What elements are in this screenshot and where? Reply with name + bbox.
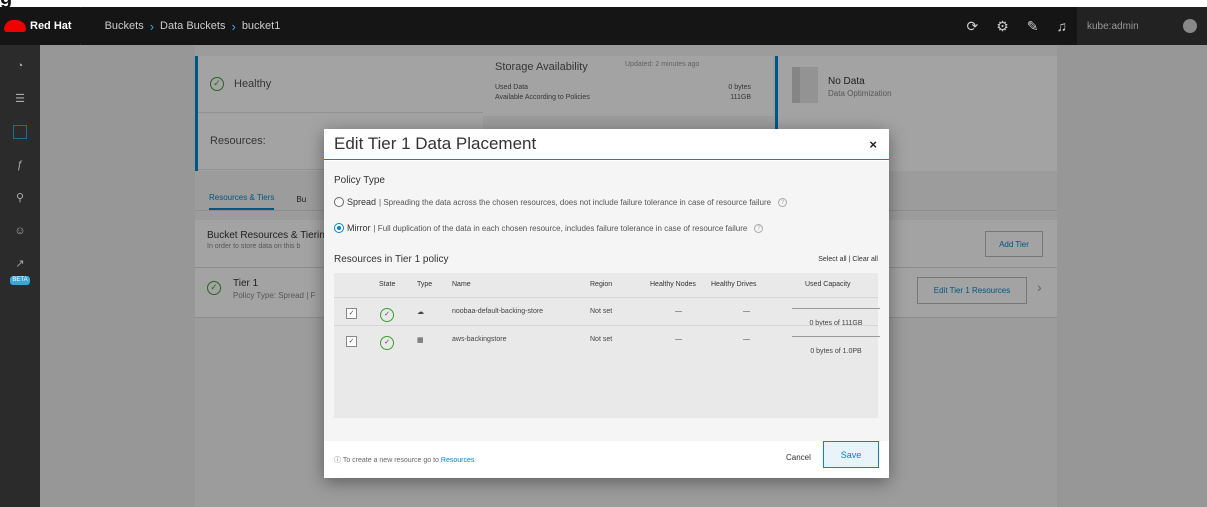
edit-tier-dialog: Edit Tier 1 Data Placement × Policy Type… — [324, 129, 889, 478]
resource-capacity: 0 bytes of 1.0PB — [792, 336, 880, 358]
col-healthy-drives: Healthy Drives — [711, 281, 757, 288]
footer-info-text: To create a new resource go to — [342, 456, 439, 464]
breadcrumb: Buckets › Data Buckets › bucket1 — [105, 19, 281, 34]
refresh-icon[interactable]: ⟳ — [966, 18, 978, 35]
dialog-footer: ⓘ To create a new resource go to Resourc… — [324, 441, 889, 478]
dialog-body: Policy Type Spread | Spreading the data … — [324, 161, 889, 441]
masthead: Red Hat Buckets › Data Buckets › bucket1… — [0, 7, 1207, 45]
table-row[interactable]: ✓ ✓ ▦ aws-backingstore Not set — — 0 byt… — [334, 325, 880, 355]
storage-icon[interactable]: ☰ — [13, 92, 27, 106]
col-region: Region — [590, 281, 613, 288]
spread-label: Spread — [347, 197, 377, 207]
table-header: State Type Name Region Healthy Nodes Hea… — [334, 273, 878, 297]
avatar-icon — [1183, 19, 1197, 33]
help-icon[interactable]: ? — [754, 223, 764, 233]
mirror-option[interactable]: Mirror | Full duplication of the data in… — [334, 223, 764, 233]
analytics-icon[interactable]: ↗ — [13, 257, 27, 271]
notes-icon[interactable]: ✎ — [1027, 18, 1039, 35]
breadcrumb-buckets[interactable]: Buckets — [105, 20, 144, 32]
resource-nodes: — — [675, 308, 682, 315]
resource-region: Not set — [590, 308, 613, 315]
col-used-capacity: Used Capacity — [805, 281, 851, 288]
policy-type-label: Policy Type — [334, 175, 385, 186]
top-strip-text: g — [0, 0, 12, 7]
col-state: State — [379, 281, 396, 288]
resources-table: State Type Name Region Healthy Nodes Hea… — [334, 273, 880, 418]
top-strip: g — [0, 0, 1207, 7]
select-all-clear-all[interactable]: Select all | Clear all — [818, 256, 878, 263]
mirror-radio[interactable] — [334, 223, 344, 233]
check-circle-icon: ✓ — [380, 336, 394, 350]
dashboard-icon[interactable]: ◔ — [13, 59, 27, 73]
cancel-button[interactable]: Cancel — [786, 453, 811, 462]
col-name: Name — [452, 281, 471, 288]
user-name: kube:admin — [1087, 20, 1139, 32]
spread-radio[interactable] — [334, 197, 344, 207]
accounts-icon[interactable]: ☺ — [13, 224, 27, 238]
beta-badge: BETA — [10, 276, 30, 285]
aws-icon: ▦ — [417, 337, 424, 344]
footer-info: ⓘ To create a new resource go to Resourc… — [334, 456, 475, 464]
spread-description: | Spreading the data across the chosen r… — [379, 197, 772, 207]
col-type: Type — [417, 281, 433, 288]
dialog-title: Edit Tier 1 Data Placement — [334, 134, 537, 153]
settings-icon[interactable]: ⚙ — [996, 18, 1009, 35]
mirror-description: | Full duplication of the data in each c… — [373, 223, 748, 233]
dialog-header: Edit Tier 1 Data Placement × — [324, 129, 889, 160]
close-icon[interactable]: × — [869, 137, 877, 152]
redhat-logo-icon — [4, 20, 26, 32]
spread-option[interactable]: Spread | Spreading the data across the c… — [334, 197, 788, 207]
table-row[interactable]: ✓ ✓ ☁ noobaa-default-backing-store Not s… — [334, 297, 880, 327]
row-checkbox[interactable]: ✓ — [346, 308, 357, 319]
functions-icon[interactable]: ƒ — [13, 158, 27, 172]
brand-name: Red Hat — [30, 20, 72, 32]
resources-title: Resources in Tier 1 policy — [334, 254, 449, 265]
chevron-right-icon: › — [149, 18, 155, 34]
masthead-icons: ⟳ ⚙ ✎ ♫ — [966, 7, 1067, 45]
resource-name: aws-backingstore — [452, 336, 507, 343]
help-icon[interactable]: ? — [778, 197, 788, 207]
mirror-label: Mirror — [347, 223, 371, 233]
save-button[interactable]: Save — [823, 441, 879, 468]
resource-name: noobaa-default-backing-store — [452, 308, 544, 315]
resource-region: Not set — [590, 336, 613, 343]
brand-logo[interactable]: Red Hat — [0, 7, 90, 45]
buckets-icon[interactable] — [13, 125, 27, 139]
chevron-right-icon: › — [231, 18, 236, 34]
topology-icon[interactable]: ⚲ — [13, 191, 27, 205]
user-menu[interactable]: kube:admin — [1077, 7, 1207, 45]
resources-link[interactable]: Resources — [441, 457, 474, 464]
check-circle-icon: ✓ — [380, 308, 394, 322]
row-checkbox[interactable]: ✓ — [346, 336, 357, 347]
sidebar: ◔ ☰ ƒ ⚲ ☺ ↗ BETA — [0, 45, 40, 507]
bell-icon[interactable]: ♫ — [1057, 18, 1068, 34]
col-healthy-nodes: Healthy Nodes — [650, 281, 696, 288]
cloud-icon: ☁ — [417, 309, 424, 316]
resource-nodes: — — [675, 336, 682, 343]
resource-drives: — — [743, 308, 750, 315]
breadcrumb-bucket1[interactable]: bucket1 — [242, 20, 281, 32]
resource-drives: — — [743, 336, 750, 343]
breadcrumb-data-buckets[interactable]: Data Buckets — [160, 20, 225, 32]
